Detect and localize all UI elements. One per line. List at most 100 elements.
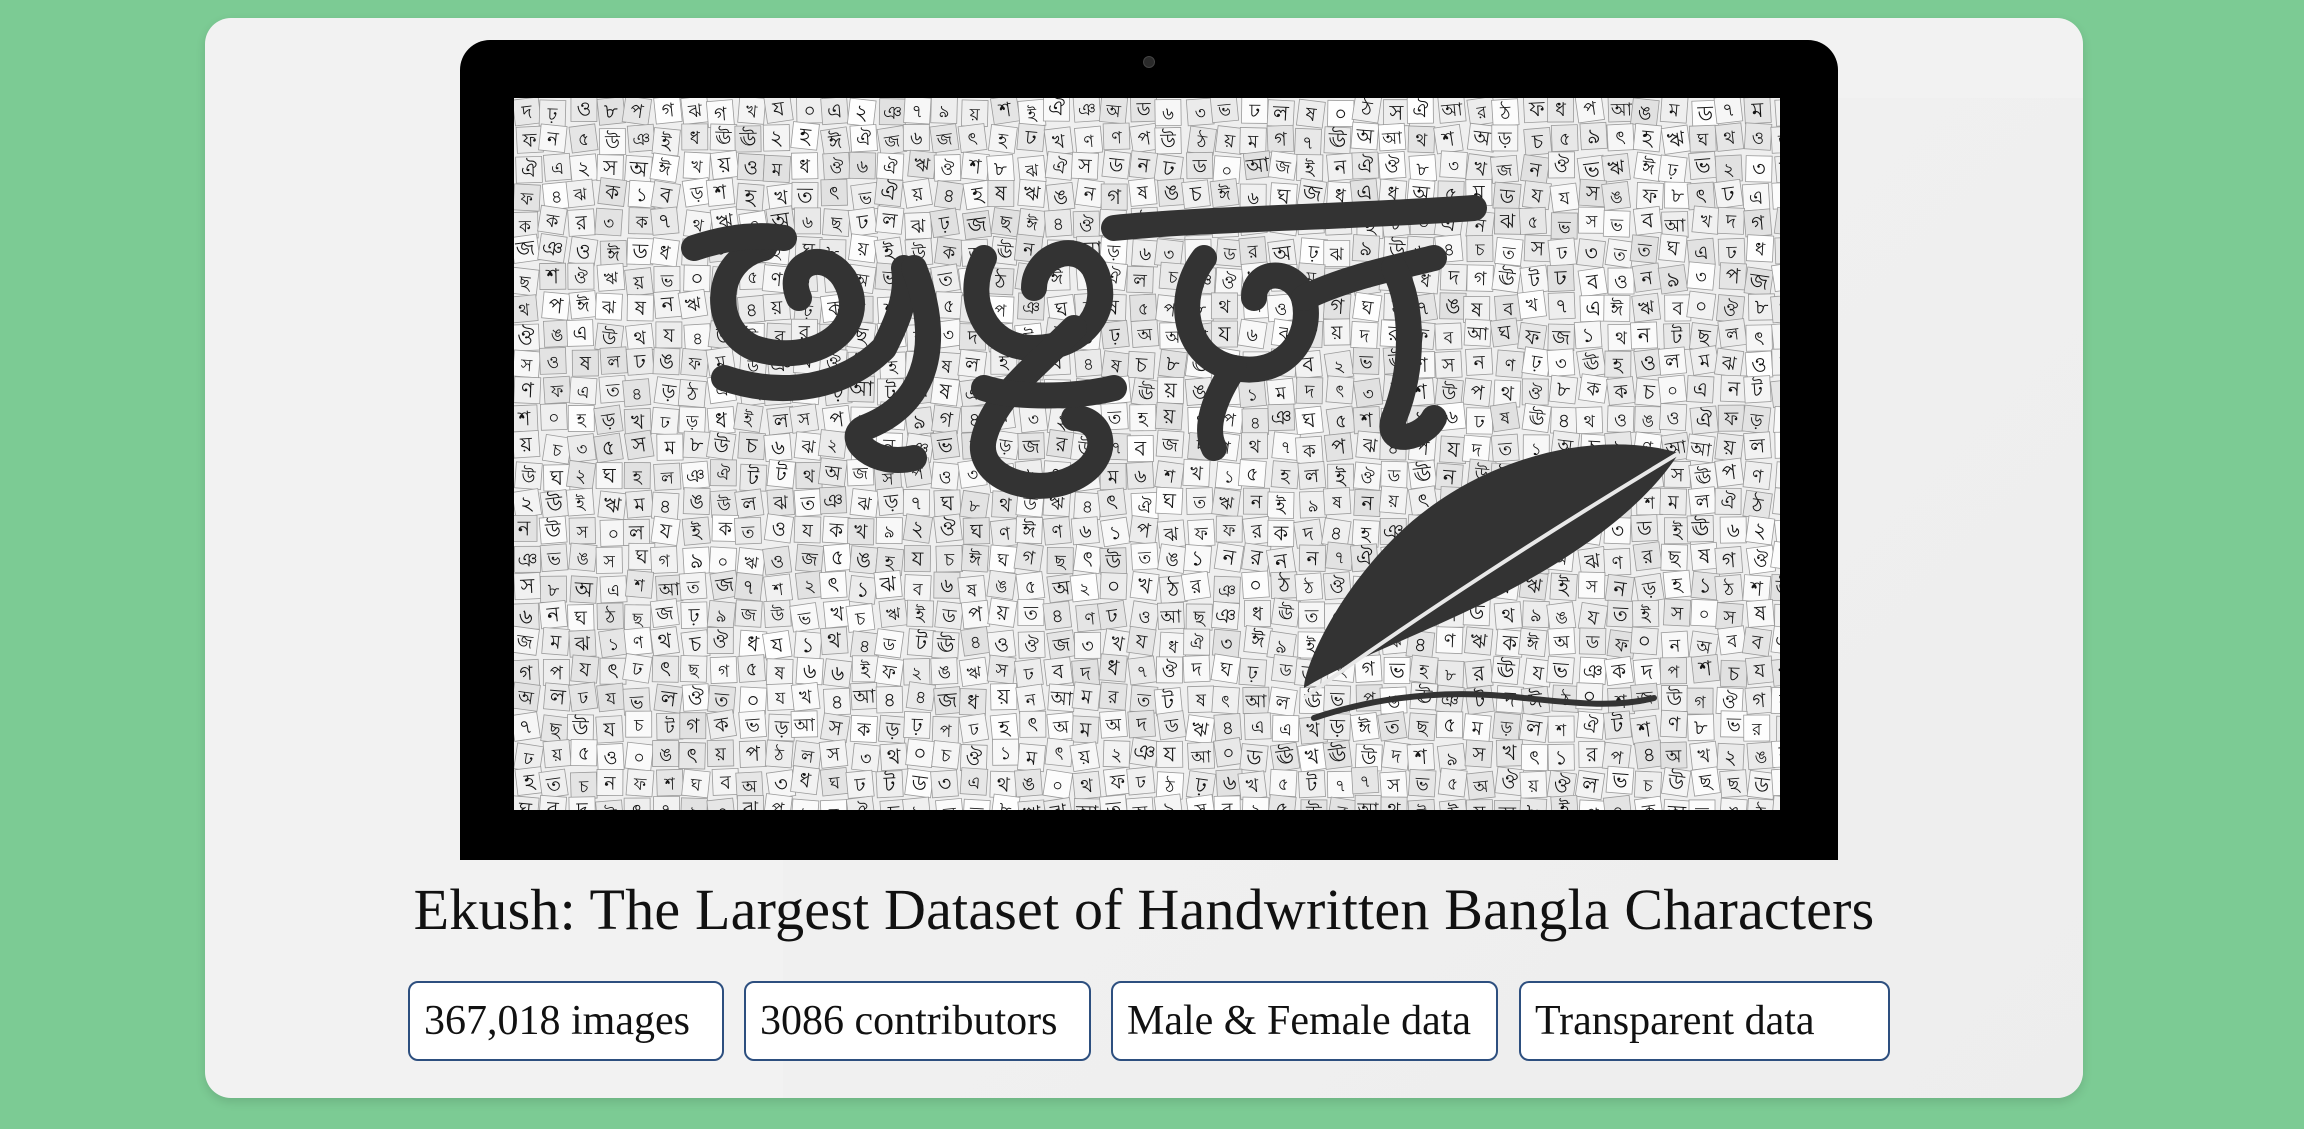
svg-text:আ: আ [1688, 438, 1713, 462]
svg-text:ঔ: ঔ [687, 685, 706, 710]
svg-text:ঔ: ঔ [1722, 298, 1739, 321]
svg-text:ভ: ভ [1693, 153, 1712, 178]
svg-text:৩: ৩ [1694, 266, 1708, 288]
svg-text:২: ২ [1110, 745, 1122, 766]
svg-text:ঐ: ঐ [879, 179, 898, 206]
svg-text:য়: য় [770, 297, 784, 320]
page-title: Ekush: The Largest Dataset of Handwritte… [413, 877, 1875, 942]
svg-text:৩: ৩ [937, 771, 952, 796]
svg-text:এ: এ [967, 773, 981, 794]
svg-text:প: প [1586, 804, 1600, 810]
svg-text:ৎ: ৎ [1754, 328, 1765, 350]
svg-text:৬: ৬ [1162, 103, 1174, 124]
svg-text:ৎ: ৎ [1334, 382, 1345, 403]
svg-text:ল: ল [658, 686, 678, 712]
svg-text:ম: ম [1107, 466, 1119, 488]
svg-text:ৎ: ৎ [829, 182, 840, 204]
svg-text:ও: ও [937, 467, 952, 489]
svg-text:ভ: ভ [1358, 352, 1374, 373]
svg-text:ঔ: ঔ [940, 159, 954, 180]
svg-text:ড়: ড় [1106, 241, 1122, 263]
svg-text:ন: ন [1441, 464, 1457, 489]
svg-text:ঈ: ঈ [1021, 518, 1037, 543]
svg-text:উ: উ [1305, 801, 1322, 810]
svg-text:ভ: ভ [1581, 157, 1601, 183]
svg-text:৬: ৬ [1078, 520, 1092, 543]
svg-text:এ: এ [1693, 242, 1709, 265]
svg-text:ঔ: ঔ [938, 515, 958, 541]
svg-text:ঢ়: ঢ় [1246, 662, 1259, 685]
svg-text:গ: গ [519, 661, 534, 686]
svg-text:৩: ৩ [1447, 156, 1459, 177]
svg-text:ক: ক [1272, 521, 1288, 545]
svg-text:ঐ: ঐ [1357, 153, 1374, 178]
svg-text:ঊ: ঊ [1690, 516, 1711, 541]
svg-text:ম: ম [1247, 132, 1259, 153]
svg-text:গ: গ [1694, 693, 1706, 713]
svg-text:৭: ৭ [1721, 99, 1736, 122]
svg-text:অ: অ [1665, 746, 1683, 768]
svg-text:এ: এ [550, 159, 564, 180]
svg-text:৩: ৩ [1194, 104, 1206, 125]
svg-text:ফ: ফ [1723, 408, 1739, 430]
svg-text:আ: আ [1356, 799, 1379, 810]
svg-text:ষ: ষ [994, 181, 1007, 205]
svg-text:উ: উ [604, 130, 621, 153]
svg-text:ল: ল [548, 684, 567, 709]
svg-text:ও: ও [769, 551, 785, 574]
svg-text:এ: এ [1585, 296, 1602, 320]
svg-text:ভ: ভ [744, 714, 762, 737]
svg-text:জ: জ [1021, 436, 1041, 459]
svg-text:স: স [1077, 153, 1093, 178]
svg-text:৮: ৮ [689, 432, 704, 457]
svg-text:থ: থ [998, 494, 1012, 517]
svg-text:ঙ: ঙ [689, 489, 705, 514]
svg-text:আ: আ [1610, 99, 1634, 121]
svg-text:৯: ৯ [715, 606, 728, 627]
svg-text:চ: চ [943, 550, 955, 571]
svg-text:ঠ: ঠ [1754, 802, 1766, 810]
svg-text:৫: ৫ [943, 296, 955, 317]
svg-text:ঔ: ঔ [829, 157, 844, 179]
svg-text:উ: উ [543, 517, 562, 542]
svg-text:এ: এ [576, 382, 590, 403]
svg-text:ঔ: ঔ [712, 629, 728, 652]
svg-text:খ: খ [854, 519, 869, 543]
svg-text:০: ০ [1666, 381, 1679, 402]
svg-text:অ: অ [515, 687, 535, 710]
svg-text:স: স [1584, 180, 1601, 205]
svg-text:প: প [939, 722, 952, 742]
svg-text:ঙ: ঙ [1163, 180, 1180, 205]
svg-text:৭: ৭ [1302, 133, 1315, 154]
svg-text:ঝ: ঝ [772, 492, 789, 515]
svg-text:চ: চ [1474, 240, 1485, 260]
svg-text:স: স [519, 355, 534, 376]
svg-text:গ: গ [1361, 656, 1376, 681]
svg-text:আ: আ [793, 715, 817, 737]
svg-text:ফ: ফ [519, 189, 534, 210]
svg-text:৮: ৮ [998, 798, 1014, 810]
svg-text:চ: চ [1642, 776, 1654, 796]
svg-text:ৎ: ৎ [1027, 712, 1038, 736]
svg-text:ও: ও [1666, 408, 1680, 430]
svg-text:ই: ই [1304, 159, 1315, 180]
svg-text:আ: আ [1049, 687, 1075, 711]
svg-text:ই: ই [1275, 495, 1287, 517]
svg-text:ন: ন [1668, 636, 1681, 658]
svg-text:থ: থ [827, 628, 843, 653]
svg-text:স: স [1585, 212, 1598, 232]
svg-text:প: প [550, 662, 564, 684]
svg-text:এ: এ [1279, 720, 1292, 740]
svg-text:ঐ: ঐ [716, 464, 730, 485]
svg-text:ন: ন [1305, 546, 1319, 570]
svg-text:১: ১ [1697, 573, 1713, 598]
svg-text:৯: ৯ [689, 548, 704, 573]
svg-text:২: ২ [911, 664, 923, 684]
svg-text:১: ১ [1223, 467, 1236, 488]
svg-text:ঔ: ঔ [1500, 768, 1520, 794]
svg-text:আ: আ [1663, 216, 1687, 238]
feature-badge-gender: Male & Female data [1111, 981, 1498, 1061]
svg-text:অ: অ [1131, 802, 1148, 810]
svg-text:য়: য় [1330, 322, 1343, 344]
svg-text:ৎ: ৎ [1529, 745, 1540, 769]
